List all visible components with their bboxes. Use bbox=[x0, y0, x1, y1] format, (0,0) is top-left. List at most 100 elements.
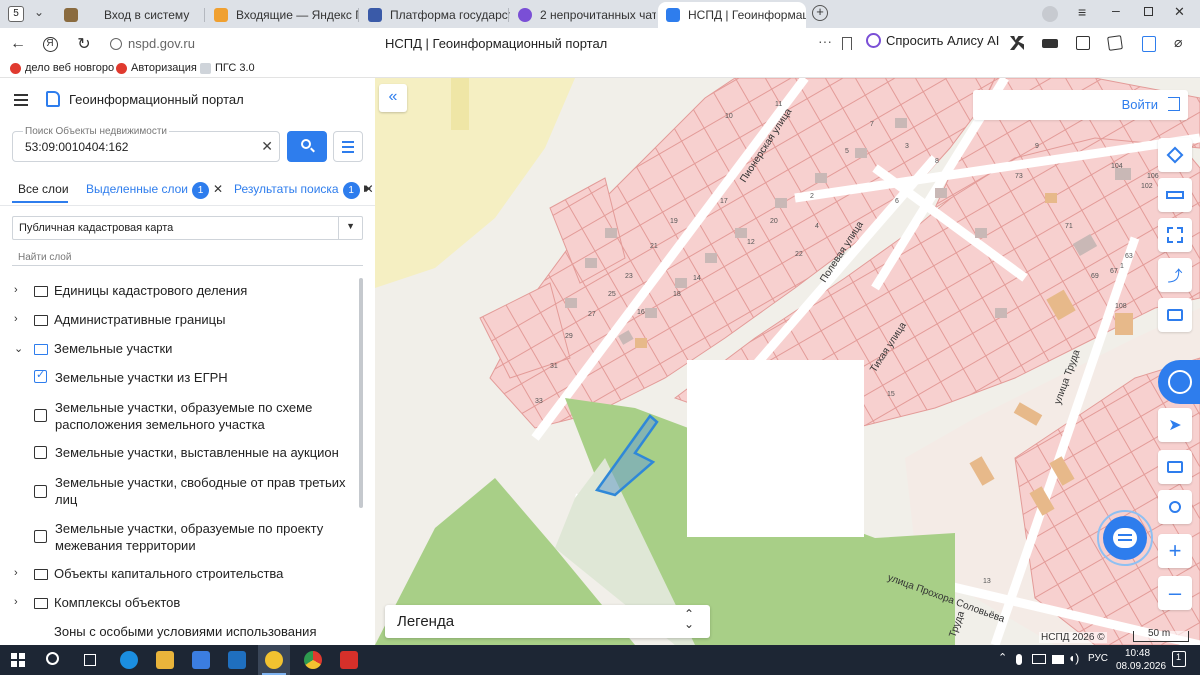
panel-scrollbar[interactable] bbox=[359, 278, 363, 508]
edge-icon[interactable] bbox=[120, 651, 138, 669]
mail-icon[interactable] bbox=[228, 651, 246, 669]
browser-nav-bar: ← Я ↻ nspd.gov.ru НСПД | Геоинформационн… bbox=[0, 28, 1200, 60]
bookmark-item[interactable]: Авторизация bbox=[116, 62, 197, 74]
tree-label: Единицы кадастрового деления bbox=[54, 283, 248, 298]
extensions-puzzle-icon[interactable] bbox=[1076, 36, 1090, 50]
close-tab-icon[interactable]: ✕ bbox=[213, 182, 223, 196]
layer-checkbox[interactable] bbox=[34, 485, 47, 498]
tree-item-zones[interactable]: Зоны с особыми условиями использования bbox=[0, 624, 375, 645]
collapse-panel-button[interactable]: « bbox=[379, 84, 407, 112]
login-button[interactable]: Войти bbox=[973, 90, 1188, 120]
assistant-tab-button[interactable] bbox=[1158, 360, 1200, 404]
site-info-icon[interactable] bbox=[110, 38, 122, 50]
store-icon[interactable] bbox=[192, 651, 210, 669]
layer-checkbox[interactable] bbox=[34, 409, 47, 422]
minimize-icon[interactable]: – bbox=[1112, 2, 1120, 18]
select-area-button[interactable] bbox=[1158, 218, 1192, 252]
zoom-in-button[interactable]: + bbox=[1158, 534, 1192, 568]
explorer-icon[interactable] bbox=[156, 651, 174, 669]
download-icon[interactable] bbox=[1142, 36, 1156, 52]
bookmark-item[interactable]: дело веб новгоро bbox=[10, 62, 114, 74]
clear-search-icon[interactable]: ✕ bbox=[261, 138, 273, 155]
bookmark-icon[interactable] bbox=[842, 37, 852, 50]
network-icon[interactable] bbox=[1032, 654, 1046, 664]
input-language[interactable]: РУС bbox=[1088, 653, 1108, 664]
search-button[interactable] bbox=[287, 131, 327, 162]
yandex-icon[interactable]: Я bbox=[40, 34, 60, 54]
url-text[interactable]: nspd.gov.ru bbox=[128, 36, 195, 51]
layer-checkbox[interactable] bbox=[34, 446, 47, 459]
browser-tab-active[interactable]: НСПД | Геоинформаци ✕ bbox=[658, 2, 806, 28]
clock-date[interactable]: 08.09.2026 bbox=[1116, 661, 1166, 672]
extension-icon[interactable] bbox=[1010, 36, 1024, 50]
measure-button[interactable] bbox=[1158, 178, 1192, 212]
tabs-scroll-right-icon[interactable]: ▶ bbox=[364, 183, 371, 194]
print-button[interactable] bbox=[1158, 298, 1192, 332]
minimap-button[interactable] bbox=[1158, 450, 1192, 484]
browser-tab[interactable]: Платформа государстве bbox=[360, 2, 510, 28]
volume-icon[interactable]: ◖) bbox=[1068, 651, 1079, 665]
collections-icon[interactable] bbox=[1107, 35, 1123, 51]
reload-icon[interactable]: ↻ bbox=[74, 34, 94, 54]
camera-icon[interactable] bbox=[1052, 655, 1064, 664]
notifications-button[interactable]: 1 bbox=[1172, 651, 1186, 667]
profile-icon[interactable] bbox=[1042, 6, 1058, 22]
browser-tab[interactable]: Вход в систему bbox=[56, 2, 202, 28]
chrome-icon[interactable] bbox=[304, 651, 322, 669]
acrobat-icon[interactable] bbox=[340, 651, 358, 669]
tree-item-admin-borders[interactable]: › Административные границы bbox=[14, 312, 225, 327]
tree-item-complexes[interactable]: › Комплексы объектов bbox=[14, 595, 180, 610]
restore-icon[interactable] bbox=[1144, 7, 1153, 16]
bookmark-item[interactable]: ПГС 3.0 bbox=[200, 62, 255, 74]
chevron-right-icon[interactable]: › bbox=[14, 567, 26, 579]
microphone-icon[interactable] bbox=[1016, 654, 1022, 665]
layer-search-input[interactable]: Найти слой bbox=[18, 252, 71, 263]
tab-all-layers[interactable]: Все слои bbox=[18, 182, 69, 196]
pin-icon[interactable]: ⌀ bbox=[1174, 34, 1182, 51]
expand-collapse-icon[interactable]: ⌃ ⌄ bbox=[684, 608, 694, 630]
wallet-icon[interactable] bbox=[1042, 39, 1058, 48]
map-canvas[interactable]: Пионерская улица Полевая улица Тихая ули… bbox=[375, 78, 1200, 645]
zoom-out-button[interactable]: – bbox=[1158, 576, 1192, 610]
locate-button[interactable]: ➤ bbox=[1158, 408, 1192, 442]
layer-checkbox[interactable]: ✓ bbox=[34, 369, 47, 383]
menu-icon[interactable]: ≡ bbox=[1078, 4, 1086, 20]
tray-chevron-icon[interactable]: ⌃ bbox=[998, 651, 1007, 664]
search-input[interactable]: Поиск Объекты недвижимости 53:09:0010404… bbox=[12, 126, 280, 162]
layer-checkbox[interactable] bbox=[34, 530, 47, 543]
task-view-icon[interactable] bbox=[84, 654, 96, 666]
browser-tab[interactable]: Входящие — Яндекс Почт bbox=[206, 2, 358, 28]
windows-start-icon[interactable] bbox=[11, 653, 25, 667]
tree-item-cadastral-units[interactable]: › Единицы кадастрового деления bbox=[14, 283, 247, 298]
alice-button[interactable]: Спросить Алису AI bbox=[866, 33, 999, 48]
tab-counter[interactable]: 5 bbox=[8, 6, 24, 22]
folder-icon bbox=[34, 286, 48, 297]
tab-list-chevron-icon[interactable]: ⌄ bbox=[34, 5, 44, 19]
tab-search-results[interactable]: Результаты поиска 1 ✕ bbox=[234, 182, 374, 199]
basemap-select[interactable]: Публичная кадастровая карта ▼ bbox=[12, 216, 363, 240]
tab-selected-layers[interactable]: Выделенные слои 1 ✕ bbox=[86, 182, 223, 199]
layer-label: Земельные участки, образуемые по проекту… bbox=[55, 521, 324, 553]
clock-time[interactable]: 10:48 bbox=[1125, 648, 1150, 659]
chevron-down-icon[interactable]: ⌄ bbox=[14, 342, 26, 355]
new-tab-icon[interactable]: + bbox=[812, 5, 828, 21]
chat-button[interactable] bbox=[1097, 510, 1153, 566]
close-window-icon[interactable]: ✕ bbox=[1174, 4, 1185, 20]
filter-button[interactable] bbox=[333, 131, 363, 162]
layers-button[interactable] bbox=[1158, 138, 1192, 172]
chevron-right-icon[interactable]: › bbox=[14, 284, 26, 296]
chevron-right-icon[interactable]: › bbox=[14, 596, 26, 608]
tree-item-land-plots[interactable]: ⌄ Земельные участки bbox=[14, 341, 172, 356]
browser-tab[interactable]: 2 непрочитанных чата bbox=[510, 2, 656, 28]
geolocation-button[interactable] bbox=[1158, 490, 1192, 524]
legend-panel[interactable]: Легенда ⌃ ⌄ bbox=[385, 605, 710, 638]
yandex-browser-taskbar-button[interactable] bbox=[258, 645, 290, 675]
tree-item-capital-objects[interactable]: › Объекты капитального строительства bbox=[14, 566, 283, 581]
share-button[interactable]: ⤴ bbox=[1158, 258, 1192, 292]
back-icon[interactable]: ← bbox=[8, 34, 28, 54]
more-icon[interactable]: ··· bbox=[818, 33, 832, 49]
hamburger-menu-icon[interactable] bbox=[14, 94, 28, 96]
scale-label: 50 m bbox=[1148, 628, 1171, 639]
chevron-right-icon[interactable]: › bbox=[14, 313, 26, 325]
search-icon[interactable] bbox=[46, 652, 59, 665]
